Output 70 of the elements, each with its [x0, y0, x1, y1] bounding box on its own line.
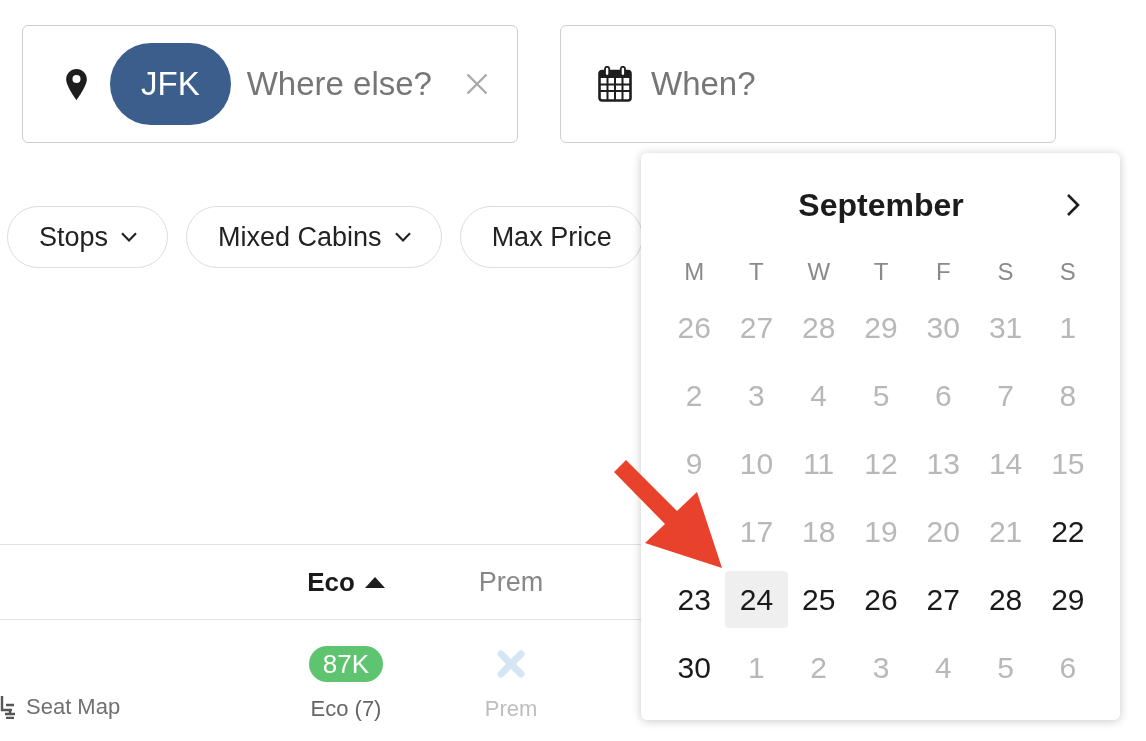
calendar-day: 10 [725, 435, 788, 492]
filter-dropdown[interactable]: Mixed Cabins [186, 206, 442, 268]
date-input[interactable]: When? [651, 65, 1055, 103]
calendar-day[interactable]: 24 [725, 571, 788, 628]
calendar-day: 27 [725, 299, 788, 356]
sort-ascending-icon [364, 576, 385, 588]
calendar-day: 30 [912, 299, 975, 356]
calendar-day: 17 [725, 503, 788, 560]
chevron-right-icon [1066, 193, 1080, 217]
weekday-label: T [748, 258, 765, 286]
column-header[interactable]: Prem [478, 566, 544, 598]
calendar-day: 7 [974, 367, 1037, 424]
calendar-day: 15 [1036, 435, 1099, 492]
calendar-day[interactable]: 23 [663, 571, 726, 628]
calendar-day[interactable]: 30 [663, 639, 726, 696]
calendar-day: 13 [912, 435, 975, 492]
column-header[interactable]: Eco [307, 566, 385, 598]
calendar-day: 12 [849, 435, 913, 492]
seat-map-link[interactable]: Seat Map [0, 694, 121, 720]
date-search-bar[interactable]: When? [560, 25, 1056, 143]
calendar-day: 1 [725, 639, 788, 696]
weekday-label: W [806, 258, 832, 286]
airport-input[interactable]: Where else? [246, 65, 466, 103]
calendar-day: 26 [663, 299, 726, 356]
map-pin-icon [66, 68, 87, 100]
weekday-label: M [683, 258, 706, 286]
calendar-day: 28 [787, 299, 850, 356]
cross-icon [497, 650, 525, 678]
calendar-icon [598, 66, 632, 102]
calendar-day: 1 [1036, 299, 1099, 356]
weekday-label: S [1058, 258, 1077, 286]
next-month-button[interactable] [1066, 193, 1080, 217]
calendar-day: 6 [1036, 639, 1099, 696]
calendar-day[interactable]: 29 [1036, 571, 1099, 628]
calendar-day[interactable]: 28 [974, 571, 1037, 628]
calendar-day: 11 [787, 435, 850, 492]
calendar-day: 6 [912, 367, 975, 424]
filter-dropdown[interactable]: Stops [7, 206, 169, 268]
calendar-day: 14 [974, 435, 1037, 492]
seat-icon [0, 695, 18, 719]
calendar-day: 18 [787, 503, 850, 560]
calendar-day: 19 [849, 503, 913, 560]
calendar-day: 3 [849, 639, 913, 696]
calendar-day: 2 [787, 639, 850, 696]
calendar-day[interactable]: 27 [912, 571, 975, 628]
airport-tag[interactable]: JFK [110, 43, 231, 125]
calendar-day: 20 [912, 503, 975, 560]
cabin-label: Eco (7) [310, 696, 382, 722]
cabin-label: Prem [484, 696, 538, 722]
calendar-day: 29 [849, 299, 913, 356]
close-icon [466, 73, 488, 95]
calendar-day: 9 [663, 435, 726, 492]
filter-dropdown[interactable]: Max Price [459, 206, 643, 268]
calendar-day: 4 [912, 639, 975, 696]
calendar-day: 4 [787, 367, 850, 424]
calendar-day: 5 [974, 639, 1037, 696]
calendar-day: 31 [974, 299, 1037, 356]
calendar-day: 5 [849, 367, 913, 424]
calendar-day: 2 [663, 367, 726, 424]
weekday-label: S [996, 258, 1015, 286]
origin-search-bar[interactable]: JFK Where else? [22, 25, 518, 143]
calendar-day[interactable]: 25 [787, 571, 850, 628]
calendar-day[interactable]: 22 [1036, 503, 1099, 560]
month-title: September [798, 186, 964, 224]
weekday-label: T [872, 258, 890, 286]
calendar-day[interactable]: 26 [849, 571, 913, 628]
calendar-day: 3 [725, 367, 788, 424]
calendar-day: 8 [1036, 367, 1099, 424]
calendar-day: 21 [974, 503, 1037, 560]
weekday-label: F [934, 258, 952, 286]
